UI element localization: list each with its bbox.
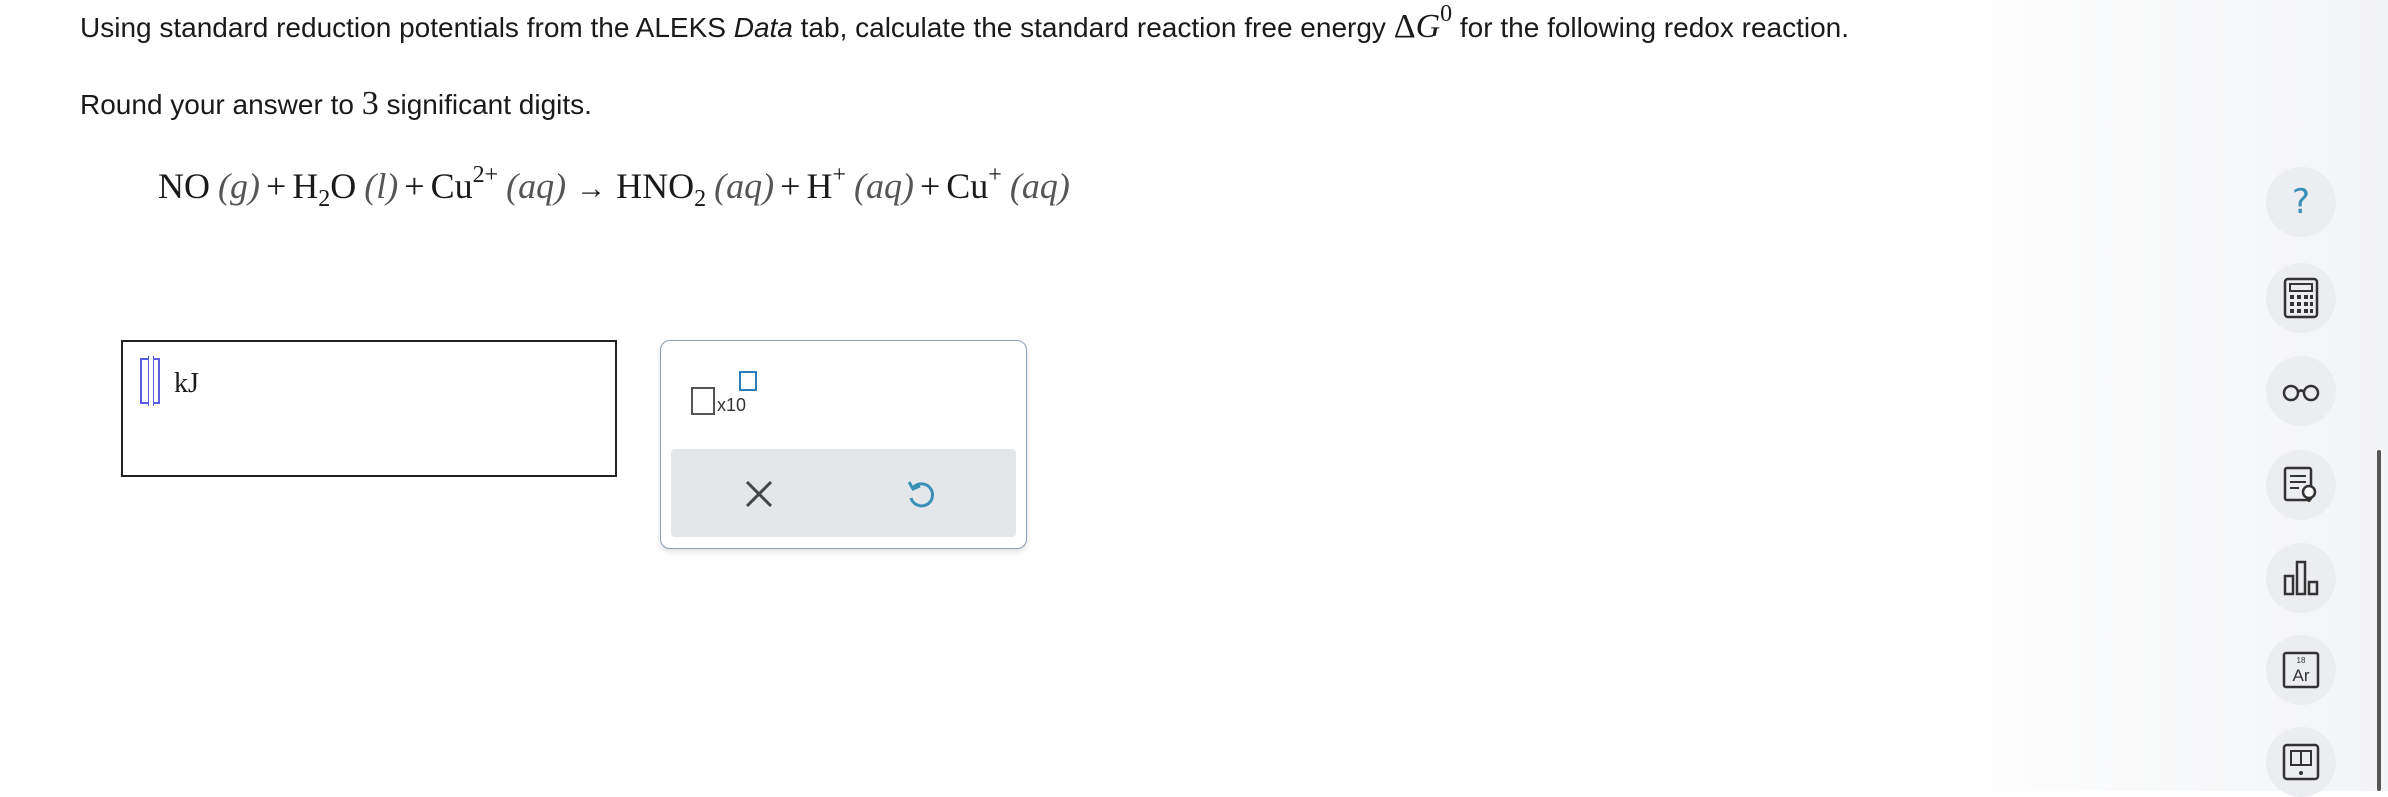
calculator-icon: [2283, 277, 2319, 319]
textbook-button[interactable]: [2266, 727, 2336, 797]
round-text-end: significant digits.: [378, 89, 592, 120]
text-cursor-icon[interactable]: [140, 356, 160, 406]
plus-sign: +: [780, 166, 801, 206]
bar-chart-icon: [2283, 560, 2319, 596]
answer-input-box[interactable]: [121, 340, 617, 477]
periodic-table-button[interactable]: 18 Ar: [2266, 635, 2336, 705]
product-hydrogen: H: [806, 166, 833, 206]
undo-icon: [907, 481, 935, 508]
question-line-2: Round your answer to 3 significant digit…: [80, 85, 592, 123]
state-aqueous: (aq): [853, 166, 914, 206]
clear-button[interactable]: [734, 469, 784, 519]
product-copper: Cu: [946, 166, 989, 206]
delta-symbol: Δ: [1393, 8, 1416, 45]
periodic-symbol: Ar: [2293, 666, 2310, 685]
reactant-no: NO: [158, 166, 210, 206]
plus-sign: +: [919, 166, 941, 206]
data-tab-name: Data: [733, 12, 793, 43]
product-hno: HNO: [616, 166, 695, 206]
reactant-water-o: O: [330, 166, 357, 206]
state-liquid: (l): [364, 166, 399, 206]
plus-sign: +: [265, 166, 287, 206]
water-subscript: 2: [318, 186, 331, 212]
question-text-2: tab, calculate the standard reaction fre…: [792, 12, 1394, 43]
state-aqueous: (aq): [714, 166, 775, 206]
reactant-copper: Cu: [430, 166, 473, 206]
x10-label: x10: [717, 395, 747, 415]
data-button[interactable]: [2266, 543, 2336, 613]
toolbox-action-bar: [671, 449, 1016, 537]
question-text-3: for the following redox reaction.: [1452, 12, 1850, 43]
reference-icon: [2283, 466, 2317, 502]
base-placeholder-icon: [691, 387, 715, 415]
help-button[interactable]: ?: [2266, 167, 2336, 237]
state-gas: (g): [218, 166, 260, 206]
reference-button[interactable]: [2266, 450, 2336, 520]
question-line-1: Using standard reduction potentials from…: [80, 1, 1850, 46]
undo-button[interactable]: [896, 469, 946, 519]
unit-label: kJ: [174, 368, 199, 399]
g-symbol: G: [1415, 8, 1441, 45]
glasses-icon: [2282, 384, 2320, 402]
standard-zero: 0: [1440, 1, 1453, 27]
hno2-subscript: 2: [694, 186, 707, 212]
exponent-placeholder-icon: [739, 371, 757, 391]
reaction-arrow: →: [576, 172, 607, 205]
sig-digits: 3: [361, 85, 379, 122]
state-aqueous: (aq): [506, 166, 567, 206]
reactant-water-h: H: [292, 166, 319, 206]
question-text-1: Using standard reduction potentials from…: [80, 12, 734, 43]
reading-glasses-button[interactable]: [2266, 356, 2336, 426]
periodic-number: 18: [2297, 656, 2306, 665]
copper-i-charge: +: [988, 162, 1002, 188]
scientific-notation-button[interactable]: x10: [691, 371, 781, 431]
close-icon: [745, 480, 773, 508]
textbook-icon: [2282, 743, 2320, 781]
state-aqueous: (aq): [1009, 166, 1070, 206]
copper-charge: 2+: [472, 162, 499, 188]
round-text: Round your answer to: [80, 89, 362, 120]
page-scrollbar[interactable]: [2377, 450, 2381, 791]
plus-sign: +: [404, 166, 425, 206]
math-toolbox: x10: [660, 340, 1027, 549]
hydrogen-charge: +: [832, 162, 846, 188]
help-icon: ?: [2291, 182, 2311, 222]
periodic-table-icon: 18 Ar: [2282, 651, 2320, 689]
redox-equation: NO (g) + H2O (l) + Cu 2+ (aq) → HNO 2 (aq)…: [158, 162, 1070, 212]
calculator-button[interactable]: [2266, 263, 2336, 333]
